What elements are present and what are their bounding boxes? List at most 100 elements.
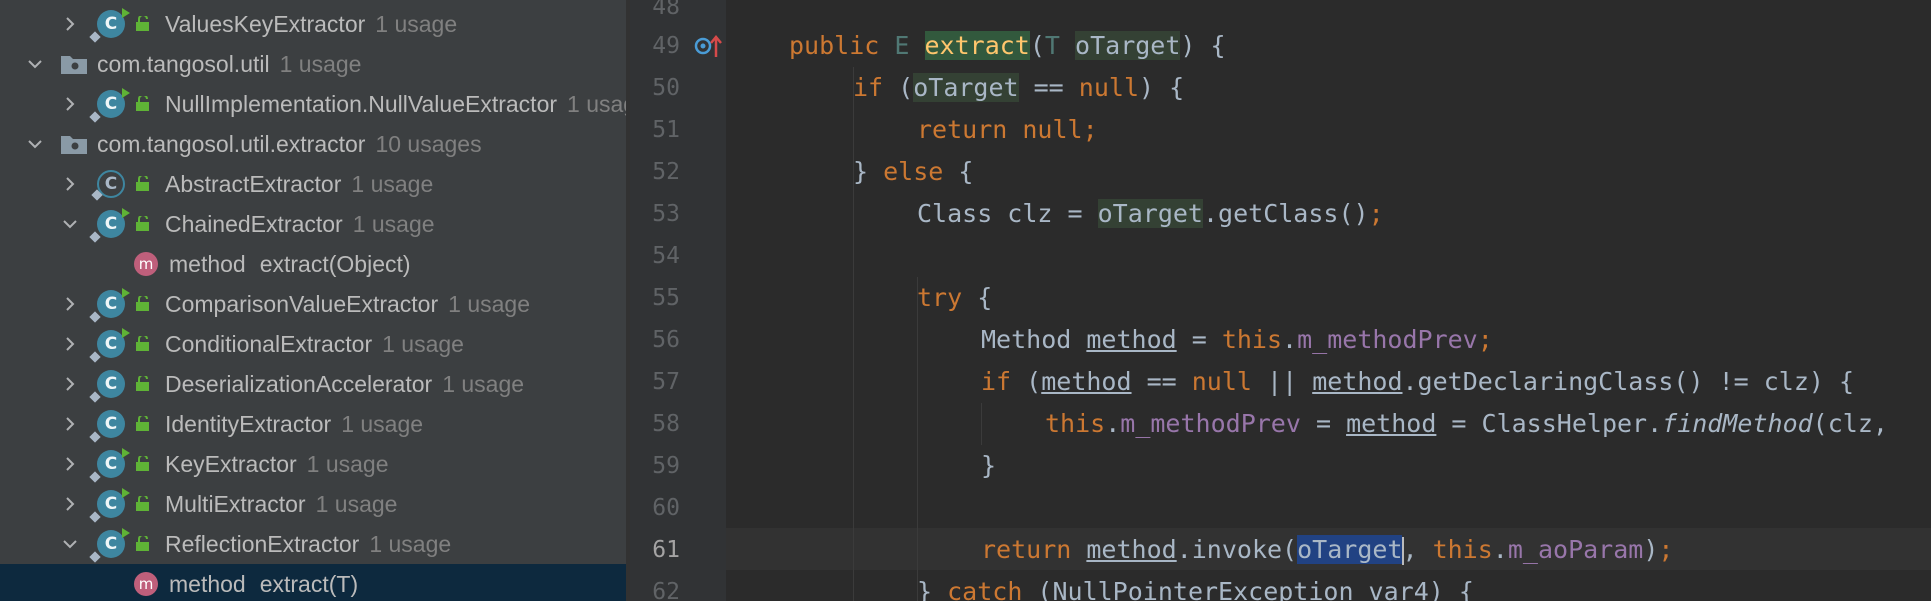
tree-row-label: ConditionalExtractor 1 usage: [165, 330, 464, 357]
tree-row-class[interactable]: C ChainedExtractor 1 usage: [0, 204, 626, 244]
tree-row-class[interactable]: C AbstractExtractor 1 usage: [0, 164, 626, 204]
lock-open-icon: [136, 176, 149, 191]
line-number: 51: [652, 117, 680, 143]
tree-row-label: com.tangosol.util 1 usage: [97, 50, 362, 77]
chevron-right-icon[interactable]: [62, 336, 78, 352]
code-line-56[interactable]: Method method = this.m_methodPrev;: [981, 319, 1493, 361]
tree-row-class[interactable]: C ComparisonValueExtractor 1 usage: [0, 284, 626, 324]
tree-row-class[interactable]: C DeserializationAccelerator 1 usage: [0, 364, 626, 404]
lock-open-icon: [136, 336, 149, 351]
line-number: 54: [652, 243, 680, 269]
indent-guide: [981, 403, 982, 445]
tree-row-class[interactable]: C ReflectionExtractor 1 usage: [0, 524, 626, 564]
tree-row-class[interactable]: C KeyExtractor 1 usage: [0, 444, 626, 484]
class-icon: C: [89, 488, 130, 523]
code-line-49[interactable]: public E extract(T oTarget) {: [789, 25, 1226, 67]
tree-row-method-selected[interactable]: m method extract(T): [0, 564, 626, 601]
tree-row-label: KeyExtractor 1 usage: [165, 450, 389, 477]
chevron-down-icon[interactable]: [27, 136, 43, 152]
line-number: 58: [652, 411, 680, 437]
ide-window: C ValuesKeyExtractor 1 usage com.tangosol…: [0, 0, 1931, 601]
tree-row-label: com.tangosol.util.extractor 10 usages: [97, 130, 482, 157]
tree-row-package[interactable]: com.tangosol.util 1 usage: [0, 44, 626, 84]
code-line-51[interactable]: return null;: [917, 109, 1098, 151]
chevron-right-icon[interactable]: [62, 16, 78, 32]
code-line-50[interactable]: if (oTarget == null) {: [853, 67, 1184, 109]
method-icon: m: [134, 252, 158, 276]
line-number: 55: [652, 285, 680, 311]
tree-row-package[interactable]: com.tangosol.util.extractor 10 usages: [0, 124, 626, 164]
tree-row-label: ReflectionExtractor 1 usage: [165, 530, 452, 557]
lock-open-icon: [136, 496, 149, 511]
tree-row-label: ChainedExtractor 1 usage: [165, 210, 435, 237]
chevron-down-icon[interactable]: [62, 216, 78, 232]
code-line-58[interactable]: this.m_methodPrev = method = ClassHelper…: [1045, 403, 1888, 445]
tree-row-class[interactable]: C IdentityExtractor 1 usage: [0, 404, 626, 444]
tree-row-class[interactable]: C MultiExtractor 1 usage: [0, 484, 626, 524]
usage-count: 1 usage: [442, 370, 525, 397]
usage-count: 1 usage: [352, 210, 435, 237]
usages-tree[interactable]: C ValuesKeyExtractor 1 usage com.tangosol…: [0, 0, 626, 601]
line-number-current: 61: [652, 537, 680, 563]
usage-count: 1 usage: [567, 90, 626, 117]
class-icon: C: [89, 410, 125, 443]
indent-guide: [917, 277, 918, 601]
code-line-52[interactable]: } else {: [853, 151, 973, 193]
editor-gutter[interactable]: 48 49 50 51 52 53 54 55 56 57 58 59 60 6…: [630, 0, 726, 601]
line-number: 52: [652, 159, 680, 185]
chevron-down-icon[interactable]: [62, 536, 78, 552]
lock-open-icon: [136, 16, 149, 31]
method-name-highlight: extract: [924, 31, 1030, 60]
method-icon: m: [134, 572, 158, 596]
code-line-55[interactable]: try {: [917, 277, 992, 319]
chevron-right-icon[interactable]: [62, 376, 78, 392]
class-icon: C: [89, 528, 130, 563]
tree-row-class[interactable]: C ConditionalExtractor 1 usage: [0, 324, 626, 364]
class-icon: C: [89, 208, 130, 243]
tree-row-method[interactable]: m method extract(Object): [0, 244, 626, 284]
chevron-right-icon[interactable]: [62, 416, 78, 432]
chevron-right-icon[interactable]: [62, 456, 78, 472]
code-line-61[interactable]: return method.invoke(oTarget, this.m_aoP…: [981, 529, 1673, 571]
class-icon: C: [89, 448, 130, 483]
package-icon: [61, 136, 87, 154]
chevron-right-icon[interactable]: [62, 296, 78, 312]
lock-open-icon: [136, 96, 149, 111]
line-number: 49: [652, 33, 680, 59]
line-number: 57: [652, 369, 680, 395]
implements-override-icon[interactable]: [694, 33, 724, 59]
code-line-53[interactable]: Class clz = oTarget.getClass();: [917, 193, 1384, 235]
chevron-right-icon[interactable]: [62, 176, 78, 192]
line-number: 62: [652, 579, 680, 601]
tree-row-class[interactable]: C ValuesKeyExtractor 1 usage: [0, 4, 626, 44]
code-line-59[interactable]: }: [981, 445, 996, 487]
usage-count: 1 usage: [341, 410, 424, 437]
line-number: 50: [652, 75, 680, 101]
class-icon: C: [89, 88, 130, 123]
code-editor[interactable]: 48 49 50 51 52 53 54 55 56 57 58 59 60 6…: [630, 0, 1931, 601]
usage-count: 1 usage: [351, 170, 434, 197]
package-icon: [61, 56, 87, 74]
lock-open-icon: [136, 216, 149, 231]
tree-row-label: DeserializationAccelerator 1 usage: [165, 370, 525, 397]
usage-count: 1 usage: [375, 10, 458, 37]
chevron-down-icon[interactable]: [27, 56, 43, 72]
chevron-right-icon[interactable]: [62, 496, 78, 512]
tree-row-label: ComparisonValueExtractor 1 usage: [165, 290, 530, 317]
tree-row-label: ValuesKeyExtractor 1 usage: [165, 10, 458, 37]
class-icon: C: [89, 328, 130, 363]
indent-guide: [853, 67, 854, 601]
chevron-right-icon[interactable]: [62, 96, 78, 112]
tree-row-class[interactable]: C NullImplementation.NullValueExtractor 1…: [0, 84, 626, 124]
lock-open-icon: [136, 456, 149, 471]
line-number: 59: [652, 453, 680, 479]
usage-count: 1 usage: [369, 530, 452, 557]
line-number: 48: [652, 0, 680, 20]
code-line-57[interactable]: if (method == null || method.getDeclarin…: [981, 361, 1854, 403]
code-line-62[interactable]: } catch (NullPointerException var4) {: [917, 571, 1474, 601]
tree-row-label: method extract(T): [169, 570, 359, 597]
usage-count: 1 usage: [382, 330, 464, 357]
line-number: 60: [652, 495, 680, 521]
tree-row-label: NullImplementation.NullValueExtractor 1 u…: [165, 91, 626, 118]
tree-row-label: AbstractExtractor 1 usage: [165, 170, 434, 197]
